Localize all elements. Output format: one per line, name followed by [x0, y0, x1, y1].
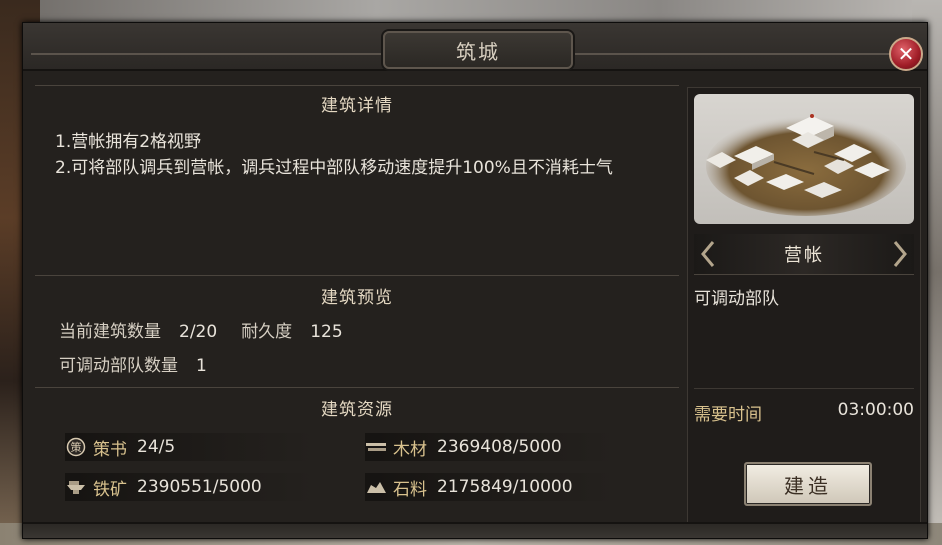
dialog-title: 筑城 — [456, 39, 500, 64]
build-button-label: 建造 — [784, 473, 832, 498]
build-button[interactable]: 建造 — [744, 462, 872, 506]
iron-ore-icon — [65, 476, 87, 498]
resource-stone: 石料 2175849/10000 — [365, 473, 615, 501]
resource-value: 2175849/10000 — [437, 477, 573, 497]
details-line-2: 2.可将部队调兵到营帐，调兵过程中部队移动速度提升100%且不消耗士气 — [55, 158, 613, 178]
resource-value: 2369408/5000 — [437, 437, 562, 457]
resources-heading: 建筑资源 — [321, 400, 393, 420]
build-time-label: 需要时间 — [694, 405, 762, 425]
wood-icon — [365, 436, 387, 458]
details-text: 1.营帐拥有2格视野 2.可将部队调兵到营帐，调兵过程中部队移动速度提升100%… — [55, 129, 665, 181]
resource-label: 石料 — [393, 479, 427, 500]
prev-building-button[interactable] — [698, 240, 718, 268]
preview-heading: 建筑预览 — [321, 288, 393, 308]
divider — [35, 85, 679, 86]
divider — [35, 387, 679, 388]
durability-value: 125 — [310, 322, 343, 342]
divider — [694, 388, 914, 389]
resource-wood: 木材 2369408/5000 — [365, 433, 615, 461]
build-time-value: 03:00:00 — [837, 400, 914, 420]
preview-row-troops: 可调动部队数量 1 — [59, 351, 207, 376]
building-preview-image — [694, 94, 914, 224]
resource-value: 24/5 — [137, 437, 176, 457]
stone-icon — [365, 476, 387, 498]
building-name-bar: 营帐 — [694, 234, 914, 275]
preview-row-count: 当前建筑数量 2/20 耐久度 125 — [59, 317, 343, 342]
building-selector-panel: 营帐 可调动部队 需要时间 03:00:00 建造 — [687, 87, 921, 525]
resource-label: 铁矿 — [93, 479, 127, 500]
troops-value: 1 — [196, 356, 207, 376]
resource-label: 木材 — [393, 439, 427, 460]
build-time-row: 需要时间 03:00:00 — [694, 400, 914, 425]
building-description: 可调动部队 — [694, 289, 779, 309]
dialog-footer-frame — [23, 522, 927, 538]
chevron-left-icon — [701, 241, 715, 267]
strategy-book-icon: 策 — [65, 436, 87, 458]
build-dialog: 筑城 ✕ 建筑详情 1.营帐拥有2格视野 2.可将部队调兵到营帐，调兵过程中部队… — [22, 22, 928, 539]
resource-iron: 铁矿 2390551/5000 — [65, 473, 315, 501]
resource-strategy-book: 策 策书 24/5 — [65, 433, 315, 461]
building-count-label: 当前建筑数量 — [59, 322, 161, 342]
chevron-right-icon — [893, 241, 907, 267]
durability-label: 耐久度 — [241, 322, 293, 342]
details-heading: 建筑详情 — [321, 96, 393, 116]
next-building-button[interactable] — [890, 240, 910, 268]
building-count-value: 2/20 — [179, 322, 218, 342]
close-icon: ✕ — [897, 42, 915, 66]
troops-label: 可调动部队数量 — [59, 356, 178, 376]
resource-value: 2390551/5000 — [137, 477, 262, 497]
dialog-title-plate: 筑城 — [383, 31, 573, 69]
details-line-1: 1.营帐拥有2格视野 — [55, 132, 202, 152]
building-name: 营帐 — [784, 245, 824, 266]
close-button[interactable]: ✕ — [889, 37, 923, 71]
divider — [35, 275, 679, 276]
resource-label: 策书 — [93, 439, 127, 460]
building-info-panel: 建筑详情 1.营帐拥有2格视野 2.可将部队调兵到营帐，调兵过程中部队移动速度提… — [35, 79, 679, 524]
svg-text:策: 策 — [71, 440, 82, 454]
